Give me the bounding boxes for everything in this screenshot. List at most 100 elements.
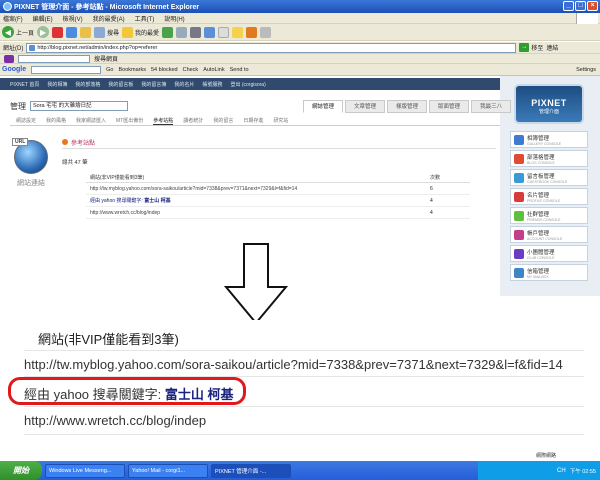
zoom-row-url[interactable]: http://www.wretch.cc/blog/indep (24, 413, 206, 428)
maximize-button[interactable]: □ (575, 1, 586, 11)
subtab-style[interactable]: 我的風格 (46, 117, 66, 124)
menu-edit[interactable]: 編輯(E) (33, 14, 53, 23)
topnav-account[interactable]: 帳號服務 (202, 81, 222, 88)
keyword-prefix: 經由 yahoo 搜尋關鍵字: (90, 198, 143, 204)
yahoo-search-input[interactable] (18, 54, 90, 63)
url-badge: URL (12, 138, 29, 146)
console-item[interactable]: 社群管理 FRIENDS CONSOLE (510, 207, 588, 224)
console-text: 相簿管理 GALLERY CONSOLE (527, 134, 561, 146)
messenger-icon[interactable] (246, 26, 258, 38)
console-item[interactable]: 留言板管理 GUESTBOOK CONSOLE (510, 169, 588, 186)
autolink-button[interactable]: AutoLink (203, 67, 224, 73)
console-icon (514, 248, 524, 259)
mail-icon[interactable] (176, 26, 188, 38)
tab-article-manage[interactable]: 文章管理 (345, 100, 386, 113)
subtab-import[interactable]: 我家網誌匯入 (76, 117, 106, 124)
topnav-home[interactable]: PIXNET 首頁 (10, 81, 39, 88)
standard-toolbar: ◀ 上一頁 ▶ 搜尋 我的最愛 (0, 24, 600, 41)
menu-view[interactable]: 檢視(V) (63, 14, 83, 23)
console-item[interactable]: 帳戶管理 ACCOUNT CONSOLE (510, 226, 588, 243)
console-sublabel: BLOG CONSOLE (527, 160, 555, 165)
manage-label: 管理 (10, 101, 26, 111)
topnav-guestbook[interactable]: 我的留言簿 (141, 81, 166, 88)
windows-flag-icon (576, 13, 598, 24)
tab-blog-manage[interactable]: 網誌管理 (303, 100, 344, 113)
menu-file[interactable]: 檔案(F) (3, 14, 23, 23)
console-item[interactable]: 信箱管理 MY MAILBOX (510, 264, 588, 281)
check-button[interactable]: Check (183, 67, 199, 73)
divider (24, 350, 584, 351)
stop-icon[interactable] (52, 26, 64, 38)
subtab-blog-settings[interactable]: 網誌設定 (16, 117, 36, 124)
edit-icon[interactable] (204, 26, 216, 38)
taskbar-item-yahoo-mail[interactable]: Yahoo! Mail - corgi1... (128, 463, 208, 478)
search-button[interactable]: 搜尋 (94, 26, 119, 38)
keyword-text[interactable]: 富士山 柯基 (144, 198, 170, 204)
taskbar-item-pixnet[interactable]: PIXNET 管理介面 -... (211, 463, 291, 478)
folder-icon[interactable] (232, 26, 244, 38)
popup-blocked[interactable]: 54 blocked (151, 67, 178, 73)
topnav-board[interactable]: 我的留言板 (108, 81, 133, 88)
settings-button[interactable]: Settings (576, 67, 596, 73)
yahoo-toolbar: 搜尋網頁 (0, 54, 600, 64)
refresh-icon[interactable] (66, 26, 78, 38)
table-row: http://www.wretch.cc/blog/indep 4 (86, 207, 470, 219)
links-label[interactable]: 連結 (546, 43, 558, 52)
topnav-blog[interactable]: 我的部落格 (75, 81, 100, 88)
subtab-referer[interactable]: 參考站點 (153, 117, 174, 125)
console-item[interactable]: 部落格管理 BLOG CONSOLE (510, 150, 588, 167)
discuss-icon[interactable] (218, 26, 230, 38)
subtab-research[interactable]: 研究站 (273, 117, 288, 124)
menu-tools[interactable]: 工具(T) (135, 14, 155, 23)
google-go-button[interactable]: Go (106, 67, 113, 73)
topnav-logout[interactable]: 登出 (corgisora) (230, 81, 265, 88)
menu-favorites[interactable]: 我的最愛(A) (93, 14, 125, 23)
tab-template-manage[interactable]: 樣版管理 (387, 100, 428, 113)
zoom-row-url[interactable]: http://tw.myblog.yahoo.com/sora-saikou/a… (24, 357, 563, 372)
yahoo-search-button[interactable]: 搜尋網頁 (94, 54, 118, 63)
back-button[interactable]: ◀ 上一頁 (2, 26, 34, 38)
send-to-button[interactable]: Send to (230, 67, 249, 73)
tab-misc[interactable]: 我最三八 (471, 100, 512, 113)
subtab-reader-stats[interactable]: 讀者統計 (183, 117, 203, 124)
close-button[interactable]: × (587, 1, 598, 11)
console-item[interactable]: 名片管理 PROFILE CONSOLE (510, 188, 588, 205)
subtab-mt-export[interactable]: MT匯出備份 (116, 117, 143, 124)
forward-button[interactable]: ▶ (37, 26, 50, 38)
table-row: 經由 yahoo 搜尋關鍵字: 富士山 柯基 4 (86, 195, 470, 207)
bullet-icon (62, 139, 68, 145)
google-search-input[interactable] (31, 65, 102, 74)
print-icon[interactable] (190, 26, 202, 38)
research-icon[interactable] (260, 26, 272, 38)
taskbar: 開始 Windows Live Messeng... Yahoo! Mail -… (0, 461, 600, 480)
yahoo-icon[interactable] (4, 54, 14, 63)
menu-help[interactable]: 說明(H) (164, 14, 184, 23)
clock[interactable]: 下午 02:55 (570, 467, 596, 475)
console-text: 社群管理 FRIENDS CONSOLE (527, 210, 560, 222)
home-icon[interactable] (80, 26, 92, 38)
minimize-button[interactable]: _ (563, 1, 574, 11)
tab-layout-manage[interactable]: 版面管理 (429, 100, 470, 113)
history-icon[interactable] (162, 26, 174, 38)
subtab-messages[interactable]: 我的留言 (213, 117, 233, 124)
blog-select[interactable]: Sora 宅宅 的大雜燴日記 (30, 101, 128, 111)
language-indicator[interactable]: CH (557, 468, 566, 474)
url-sidebar: URL 網站連結 (10, 138, 52, 188)
topnav-album[interactable]: 我的相簿 (47, 81, 67, 88)
console-text: 名片管理 PROFILE CONSOLE (527, 191, 560, 203)
console-item[interactable]: 相簿管理 GALLERY CONSOLE (510, 131, 588, 148)
go-button[interactable]: → 移至 (519, 43, 543, 52)
console-sidebar: PIXNET 管理介面 相簿管理 GALLERY CONSOLE 部落格管理 BLOG… (500, 76, 600, 296)
bookmarks-button[interactable]: Bookmarks (118, 67, 146, 73)
topnav-profile[interactable]: 我的名片 (174, 81, 194, 88)
address-input[interactable]: http://blog.pixnet.net/admin/index.php?o… (26, 42, 517, 53)
divider (24, 434, 584, 435)
console-item[interactable]: 小團體管理 CLUB CONSOLE (510, 245, 588, 262)
start-button[interactable]: 開始 (0, 461, 42, 480)
referer-link[interactable]: http://tw.myblog.yahoo.com/sora-saikou/a… (86, 186, 430, 192)
taskbar-item-messenger[interactable]: Windows Live Messeng... (45, 463, 125, 478)
subtab-date[interactable]: 日期存進 (243, 117, 263, 124)
favorites-button[interactable]: 我的最愛 (122, 26, 159, 38)
referer-link[interactable]: http://www.wretch.cc/blog/indep (86, 210, 430, 216)
google-toolbar: Google Go Bookmarks 54 blocked Check Aut… (0, 64, 600, 76)
